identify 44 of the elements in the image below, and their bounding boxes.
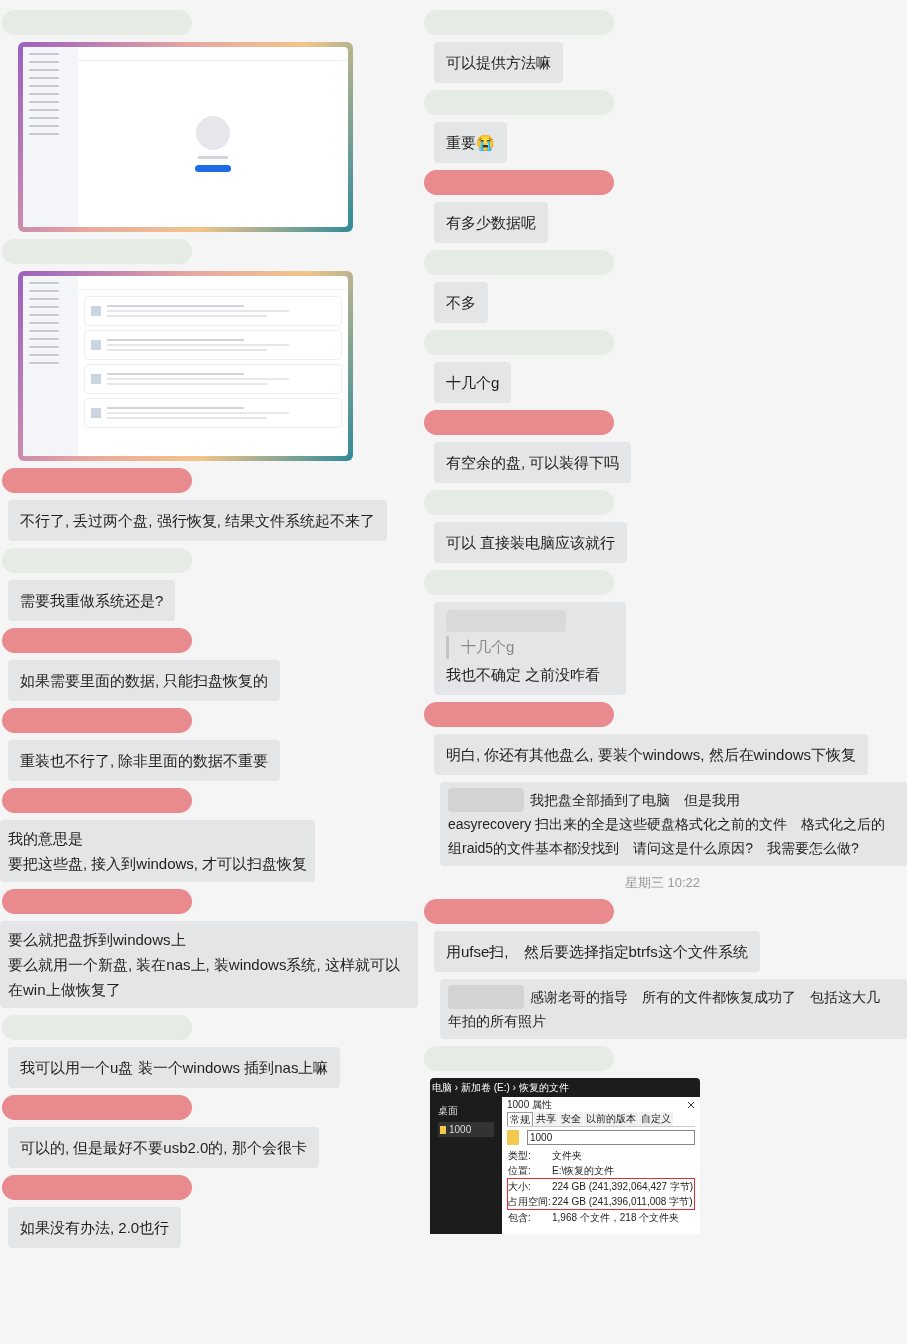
message-bubble: 十几个g [434,362,512,403]
message-bubble: 可以提供方法嘛 [434,42,563,83]
message-bubble: 有多少数据呢 [434,202,548,243]
message-bubble: 有空余的盘, 可以装得下吗 [434,442,632,483]
dialog-tab[interactable]: 常规 [507,1112,533,1126]
dialog-title: 1000 属性 [507,1098,553,1111]
property-row-text: 包含: 1,968 个文件，218 个文件夹 [507,1211,681,1225]
property-row-text: 类型: 文件夹 [507,1149,583,1163]
message-bubble: 可以 直接装电脑应该就行 [434,522,628,563]
message-bubble: 不行了, 丢过两个盘, 强行恢复, 结果文件系统起不来了 [8,500,387,541]
message-bubble: 不多 [434,282,488,323]
message-text: 我也不确定 之前没咋看 [446,664,602,685]
message-bubble: 如果需要里面的数据, 只能扫盘恢复的 [8,660,281,701]
message-bubble: 如果没有办法, 2.0也行 [8,1207,182,1248]
breadcrumb: 电脑 › 新加卷 (E:) › 恢复的文件 [431,1081,570,1095]
message-text: 要把这些盘, 接入到windows, 才可以扫盘恢复 [8,854,308,874]
message-text: 要么就把盘拆到windows上 [8,930,187,950]
message-bubble: 重装也不行了, 除非里面的数据不重要 [8,740,281,781]
property-row: 占用空间:224 GB (241,396,011,008 字节) [507,1194,695,1210]
close-icon[interactable] [687,1100,695,1109]
folder-item[interactable]: 1000 [438,1122,494,1137]
message-bubble: 明白, 你还有其他盘么, 要装个windows, 然后在windows下恢复 [434,733,869,775]
message-text: 我把盘全部插到了电脑 但是我用 [530,790,740,810]
dialog-tab[interactable]: 以前的版本 [584,1112,638,1126]
nav-item[interactable]: 桌面 [438,1103,494,1118]
message-text: easyrecovery 扫出来的全是这些硬盘格式化之前的文件 格式化之后的组raid5的文件基本都没找到 请问这是什么原因? 我需要怎么做? [448,814,887,858]
message-bubble: 用ufse扫, 然后要选择指定btrfs这个文件系统 [434,931,760,972]
message-text: 年拍的所有照片 [448,1012,547,1031]
message-bubble: 重要😭 [434,122,507,163]
dialog-tab[interactable]: 共享 [534,1112,558,1126]
property-row-text: 位置: E:\恢复的文件 [507,1164,616,1178]
message-bubble: 可以的, 但是最好不要usb2.0的, 那个会很卡 [8,1127,319,1168]
quoted-message: 十几个g [446,636,614,659]
dialog-tab[interactable]: 安全 [559,1112,583,1126]
message-bubble: 需要我重做系统还是? [8,580,176,621]
folder-icon [507,1130,519,1145]
message-text: 感谢老哥的指导 所有的文件都恢复成功了 包括这大几 [530,988,880,1007]
name-field[interactable]: 1000 [527,1130,695,1145]
property-row: 大小: 224 GB (241,392,064,427 字节) [507,1178,695,1194]
message-text: 要么就用一个新盘, 装在nas上, 装windows系统, 这样就可以在win上做恢复了 [8,955,401,1000]
message-bubble: 我可以用一个u盘 装一个windows 插到nas上嘛 [8,1047,341,1088]
message-text: 我的意思是 [8,829,84,849]
dialog-tab[interactable]: 自定义 [639,1112,673,1126]
timestamp: 星期三 10:22 [624,873,701,892]
